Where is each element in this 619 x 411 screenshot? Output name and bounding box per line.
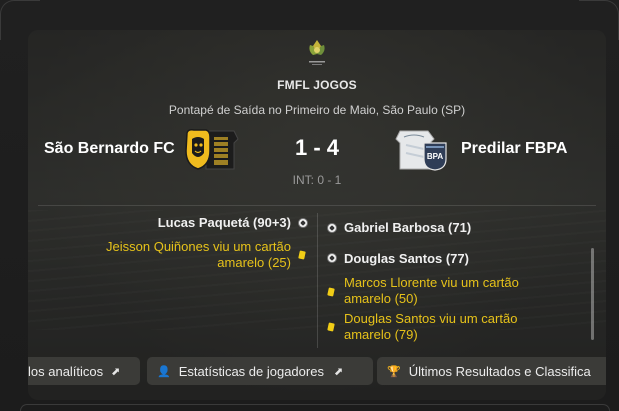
home-card-event: Jeisson Quiñones viu um cartão amarelo (…: [68, 239, 291, 271]
league-title: FMFL JOGOS: [277, 78, 357, 92]
away-team-name[interactable]: Predilar FBPA: [461, 140, 567, 158]
event-text: amarelo (79): [344, 327, 418, 342]
event-text: Lucas Paquetá (90+3): [157, 215, 291, 230]
results-button[interactable]: 🏆 Últimos Resultados e Classifica: [377, 357, 606, 385]
event-text: Gabriel Barbosa (71): [344, 220, 472, 235]
event-text: amarelo (50): [344, 291, 418, 306]
event-text: Marcos Llorente viu um cartão: [344, 275, 519, 290]
away-card-event: Marcos Llorente viu um cartão amarelo (5…: [344, 275, 584, 307]
window-frame: FMFL JOGOS Pontapé de Saída no Primeiro …: [0, 0, 619, 411]
results-button-label: Últimos Resultados e Classifica: [408, 363, 591, 379]
trophy-icon: 🏆: [387, 365, 401, 378]
event-text: Douglas Santos viu um cartão: [344, 311, 518, 326]
svg-text:BPA: BPA: [427, 152, 444, 161]
league-logo-icon: [309, 40, 325, 65]
divider: [38, 205, 596, 206]
ball-icon: [327, 223, 337, 233]
halftime-score: INT: 0 - 1: [292, 173, 342, 187]
venue-text: Pontapé de Saída no Primeiro de Maio, Sã…: [168, 103, 466, 117]
events-scrollbar[interactable]: [591, 248, 594, 340]
ball-icon: [298, 218, 308, 228]
analytics-button-label: los analíticos: [28, 363, 104, 379]
away-goal-event: Douglas Santos (77): [344, 251, 469, 267]
home-goal-event: Lucas Paquetá (90+3): [88, 215, 291, 231]
away-team-crest-icon[interactable]: BPA: [394, 125, 450, 171]
divider: [317, 213, 318, 348]
event-text: amarelo (25): [217, 255, 291, 270]
player-stats-button[interactable]: 👤 Estatísticas de jogadores ⬈: [147, 357, 373, 385]
away-goal-event: Gabriel Barbosa (71): [344, 220, 471, 236]
event-text: Douglas Santos (77): [344, 251, 469, 266]
person-icon: 👤: [157, 365, 171, 378]
external-link-icon: ⬈: [111, 365, 121, 378]
event-text: Jeisson Quiñones viu um cartão: [106, 239, 291, 254]
ball-icon: [327, 253, 337, 263]
next-panel-edge: [20, 404, 610, 411]
away-card-event: Douglas Santos viu um cartão amarelo (79…: [344, 311, 584, 343]
external-link-icon: ⬈: [333, 365, 344, 378]
match-card: FMFL JOGOS Pontapé de Saída no Primeiro …: [28, 30, 606, 400]
analytics-button[interactable]: los analíticos ⬈: [28, 357, 140, 385]
player-stats-button-label: Estatísticas de jogadores: [178, 363, 324, 379]
